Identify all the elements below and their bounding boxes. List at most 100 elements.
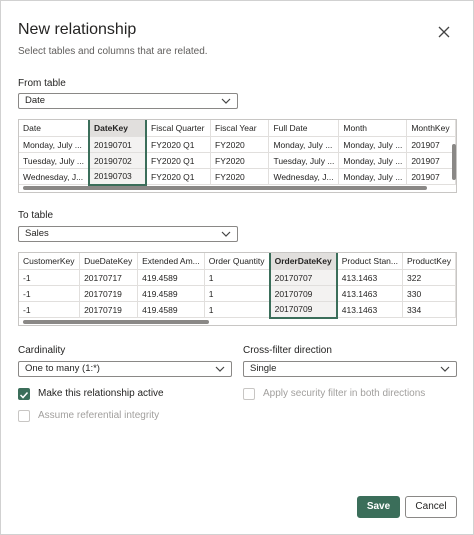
to-grid-table: CustomerKey DueDateKey Extended Am... Order… bbox=[19, 253, 456, 319]
crossfilter-value: Single bbox=[250, 363, 277, 374]
chevron-down-icon bbox=[221, 98, 231, 104]
crossfilter-dropdown[interactable]: Single bbox=[243, 361, 457, 377]
to-column-header[interactable]: ProductKey bbox=[402, 253, 456, 270]
from-column-header[interactable]: Fiscal Year bbox=[210, 120, 270, 137]
to-table-row: -1 20170719 419.4589 1 20170709 413.1463 330 bbox=[19, 285, 456, 302]
from-table-cell: 20190701 bbox=[87, 136, 148, 153]
from-column-header[interactable]: Fiscal Quarter bbox=[146, 120, 212, 137]
to-table-cell: -1 bbox=[19, 285, 81, 302]
cardinality-dropdown[interactable]: One to many (1:*) bbox=[18, 361, 232, 377]
from-table-cell: 20190703 bbox=[87, 168, 148, 186]
to-table-preview[interactable]: CustomerKey DueDateKey Extended Am... Order… bbox=[18, 252, 457, 326]
from-column-header[interactable]: DateKey bbox=[87, 120, 148, 137]
referential-integrity-label: Assume referential integrity bbox=[38, 410, 160, 421]
from-table-cell: Tuesday, July ... bbox=[268, 152, 340, 169]
from-table-preview[interactable]: Date DateKey Fiscal Quarter Fiscal Year Full… bbox=[18, 119, 457, 193]
from-vertical-scrollbar[interactable] bbox=[452, 144, 456, 180]
cardinality-label: Cardinality bbox=[18, 345, 66, 356]
from-column-header[interactable]: MonthKey bbox=[406, 120, 456, 137]
to-table-cell: 413.1463 bbox=[336, 285, 404, 302]
to-table-cell: 413.1463 bbox=[336, 301, 404, 318]
from-column-header[interactable]: Full Date bbox=[268, 120, 340, 137]
from-table-dropdown[interactable]: Date bbox=[18, 93, 238, 109]
from-table-cell: Monday, July ... bbox=[19, 136, 90, 153]
to-column-header[interactable]: Product Stan... bbox=[336, 253, 404, 270]
to-table-cell: 20170709 bbox=[268, 301, 338, 319]
from-table-cell: Wednesday, J... bbox=[268, 168, 340, 185]
dialog-title: New relationship bbox=[18, 21, 137, 38]
from-table-cell: 20190702 bbox=[87, 152, 148, 169]
from-table-cell: Monday, July ... bbox=[338, 136, 408, 153]
from-table-cell: FY2020 Q1 bbox=[146, 136, 212, 153]
new-relationship-dialog: New relationship Select tables and colum… bbox=[0, 0, 474, 535]
cardinality-value: One to many (1:*) bbox=[25, 363, 100, 374]
to-table-label: To table bbox=[18, 210, 54, 221]
from-header-row: Date DateKey Fiscal Quarter Fiscal Year Full… bbox=[19, 120, 456, 137]
to-header-row: CustomerKey DueDateKey Extended Am... Order… bbox=[19, 253, 456, 270]
from-table-cell: FY2020 bbox=[210, 168, 270, 185]
checkmark-icon bbox=[19, 391, 29, 399]
from-table-cell: Monday, July ... bbox=[338, 152, 408, 169]
to-table-cell: 413.1463 bbox=[336, 269, 404, 286]
from-table-cell: Wednesday, J... bbox=[19, 168, 90, 185]
from-table-cell: 201907 bbox=[406, 168, 456, 185]
to-column-header[interactable]: Extended Am... bbox=[137, 253, 205, 270]
from-grid-table: Date DateKey Fiscal Quarter Fiscal Year Full… bbox=[19, 120, 456, 186]
to-table-cell: 20170717 bbox=[79, 269, 139, 286]
to-table-cell: 322 bbox=[402, 269, 456, 286]
from-column-header[interactable]: Month bbox=[338, 120, 408, 137]
to-column-header[interactable]: CustomerKey bbox=[19, 253, 81, 270]
to-table-cell: 330 bbox=[402, 285, 456, 302]
to-horizontal-scrollbar[interactable] bbox=[23, 320, 209, 324]
to-column-header[interactable]: Order Quantity bbox=[204, 253, 271, 270]
chevron-down-icon bbox=[215, 366, 225, 372]
security-filter-label: Apply security filter in both directions bbox=[263, 388, 426, 399]
to-table-cell: 1 bbox=[204, 269, 271, 286]
to-table-cell: 419.4589 bbox=[137, 301, 205, 318]
to-table-cell: 1 bbox=[204, 301, 271, 318]
make-active-label: Make this relationship active bbox=[38, 388, 164, 399]
from-table-cell: 201907 bbox=[406, 152, 456, 169]
from-table-row: Wednesday, J... 20190703 FY2020 Q1 FY2020 We… bbox=[19, 168, 456, 186]
from-table-row: Tuesday, July ... 20190702 FY2020 Q1 FY2020… bbox=[19, 152, 456, 169]
from-table-cell: 201907 bbox=[406, 136, 456, 153]
to-table-cell: -1 bbox=[19, 269, 81, 286]
from-table-label: From table bbox=[18, 78, 66, 89]
to-column-header[interactable]: OrderDateKey bbox=[268, 253, 338, 270]
save-button[interactable]: Save bbox=[357, 496, 400, 518]
from-table-cell: FY2020 bbox=[210, 152, 270, 169]
from-horizontal-scrollbar[interactable] bbox=[23, 186, 427, 190]
from-table-cell: Monday, July ... bbox=[268, 136, 340, 153]
referential-integrity-checkbox[interactable] bbox=[18, 410, 30, 422]
to-table-cell: 20170719 bbox=[79, 285, 139, 302]
to-table-value: Sales bbox=[25, 228, 49, 239]
to-table-cell: 334 bbox=[402, 301, 456, 318]
from-table-cell: Monday, July ... bbox=[338, 168, 408, 185]
chevron-down-icon bbox=[440, 366, 450, 372]
from-table-cell: FY2020 bbox=[210, 136, 270, 153]
cancel-button[interactable]: Cancel bbox=[405, 496, 457, 518]
to-table-cell: 20170707 bbox=[268, 269, 338, 286]
to-table-row: -1 20170719 419.4589 1 20170709 413.1463 334 bbox=[19, 301, 456, 319]
chevron-down-icon bbox=[221, 231, 231, 237]
security-filter-checkbox[interactable] bbox=[243, 388, 255, 400]
from-table-cell: FY2020 Q1 bbox=[146, 152, 212, 169]
to-table-cell: -1 bbox=[19, 301, 81, 318]
to-table-cell: 419.4589 bbox=[137, 269, 205, 286]
from-table-cell: FY2020 Q1 bbox=[146, 168, 212, 185]
make-active-checkbox[interactable] bbox=[18, 388, 30, 400]
from-table-cell: Tuesday, July ... bbox=[19, 152, 90, 169]
dialog-subtitle: Select tables and columns that are relat… bbox=[18, 46, 208, 57]
to-column-header[interactable]: DueDateKey bbox=[79, 253, 139, 270]
from-column-header[interactable]: Date bbox=[19, 120, 90, 137]
crossfilter-label: Cross-filter direction bbox=[243, 345, 332, 356]
to-table-row: -1 20170717 419.4589 1 20170707 413.1463 322 bbox=[19, 269, 456, 286]
to-table-cell: 20170709 bbox=[268, 285, 338, 302]
from-table-row: Monday, July ... 20190701 FY2020 Q1 FY2020 M… bbox=[19, 136, 456, 153]
to-table-cell: 1 bbox=[204, 285, 271, 302]
to-table-cell: 20170719 bbox=[79, 301, 139, 318]
from-table-value: Date bbox=[25, 95, 46, 106]
close-icon[interactable] bbox=[435, 23, 453, 41]
to-table-dropdown[interactable]: Sales bbox=[18, 226, 238, 242]
to-table-cell: 419.4589 bbox=[137, 285, 205, 302]
